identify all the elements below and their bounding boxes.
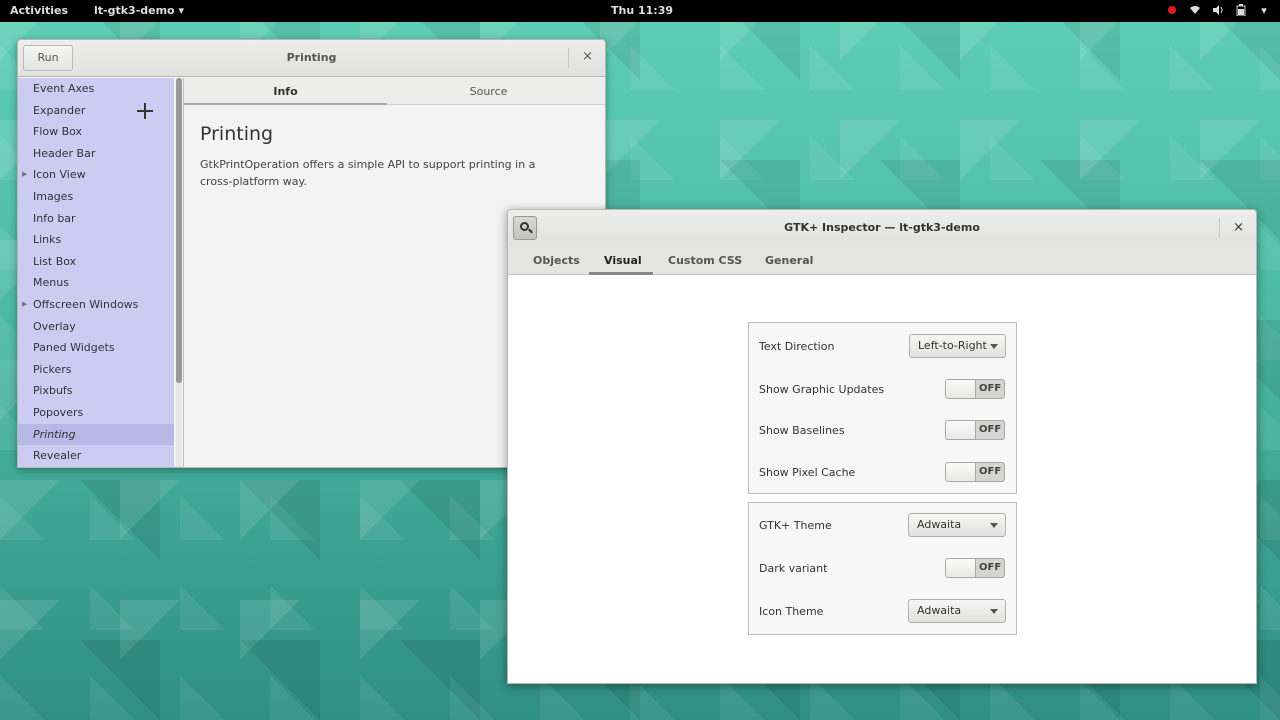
sidebar-item-label: Overlay	[33, 319, 76, 333]
pixel-cache-label: Show Pixel Cache	[759, 466, 856, 479]
record-indicator-icon	[1166, 3, 1178, 17]
gtk-theme-value: Adwaita	[917, 518, 962, 531]
sidebar-item[interactable]: Menus	[18, 272, 174, 294]
active-tab-indicator	[589, 272, 653, 275]
close-icon[interactable]: ×	[1233, 220, 1244, 235]
gtk-theme-combo[interactable]: Adwaita	[908, 513, 1006, 537]
sidebar-item[interactable]: Images	[18, 186, 174, 208]
sidebar-scrollbar[interactable]	[176, 78, 182, 467]
power-icon: ▾	[1261, 3, 1267, 17]
scrollbar-thumb[interactable]	[176, 78, 182, 383]
tab-source[interactable]: Source	[387, 85, 590, 98]
sidebar-item-label: Popovers	[33, 405, 84, 419]
sidebar-item-label: Header Bar	[33, 146, 96, 160]
clock[interactable]: Thu 11:39	[611, 4, 673, 17]
text-direction-value: Left-to-Right	[918, 339, 987, 352]
battery-icon	[1235, 3, 1247, 17]
tab-objects[interactable]: Objects	[533, 254, 580, 267]
switch-state: OFF	[979, 424, 1002, 435]
gtk-theme-label: GTK+ Theme	[759, 519, 832, 532]
switch-state: OFF	[979, 562, 1002, 573]
sidebar-item[interactable]: Paned Widgets	[18, 337, 174, 359]
header-bar: Run Printing ×	[18, 40, 605, 77]
sidebar-item[interactable]: List Box	[18, 251, 174, 273]
sidebar-item-label: Paned Widgets	[33, 341, 115, 355]
icon-theme-value: Adwaita	[917, 604, 962, 617]
sidebar-item-label: Menus	[33, 276, 69, 290]
sidebar-item-label: Revealer	[33, 449, 82, 463]
sidebar-item-label: Offscreen Windows	[33, 297, 139, 311]
theme-settings-group: GTK+ Theme Adwaita Dark variant OFF Icon…	[748, 502, 1017, 635]
inspector-header-bar: GTK+ Inspector — lt-gtk3-demo ×	[508, 210, 1256, 246]
sidebar-item[interactable]: ▶ Icon View	[18, 164, 174, 186]
sidebar-item[interactable]: ▶ Offscreen Windows	[18, 294, 174, 316]
sidebar-item-label: Images	[33, 189, 74, 203]
inspector-tabs: Objects Visual Custom CSS General	[508, 246, 1256, 275]
sidebar-item[interactable]: Overlay	[18, 316, 174, 338]
sidebar-item[interactable]: Pickers	[18, 359, 174, 381]
switch-state: OFF	[979, 383, 1002, 394]
sidebar-item[interactable]: Popovers	[18, 402, 174, 424]
top-bar: Activities lt-gtk3-demo ▾ Thu 11:39 ▾	[0, 0, 1280, 22]
dropdown-arrow-icon	[990, 609, 998, 614]
sidebar-item-label: Pickers	[33, 362, 72, 376]
dropdown-arrow-icon	[990, 523, 998, 528]
sidebar-item[interactable]: Pixbufs	[18, 380, 174, 402]
sidebar-item-label: Info bar	[33, 211, 76, 225]
switch-state: OFF	[979, 466, 1002, 477]
icon-theme-label: Icon Theme	[759, 605, 824, 618]
notebook-tabs: Info Source	[184, 78, 605, 105]
graphic-updates-switch[interactable]: OFF	[945, 379, 1005, 399]
content-description: GtkPrintOperation offers a simple API to…	[200, 158, 536, 188]
sidebar-item[interactable]: Event Axes	[18, 78, 174, 100]
content-title: Printing	[200, 123, 274, 145]
tab-custom-css[interactable]: Custom CSS	[668, 254, 742, 267]
sidebar-item-label: Flow Box	[33, 125, 83, 139]
sidebar-item[interactable]: Revealer	[18, 445, 174, 467]
active-tab-indicator	[184, 103, 387, 105]
sidebar-item[interactable]: Info bar	[18, 208, 174, 230]
inspector-title: GTK+ Inspector — lt-gtk3-demo	[784, 221, 980, 234]
sidebar-item-label: Icon View	[33, 168, 86, 182]
close-icon[interactable]: ×	[582, 49, 593, 64]
pixel-cache-switch[interactable]: OFF	[945, 462, 1005, 482]
text-direction-label: Text Direction	[759, 340, 835, 353]
gtk-inspector-window: GTK+ Inspector — lt-gtk3-demo × Objects …	[507, 209, 1257, 684]
sidebar-item[interactable]: Flow Box	[18, 121, 174, 143]
dropdown-arrow-icon	[990, 344, 998, 349]
titlebar-separator	[568, 48, 569, 68]
sidebar-item[interactable]: Header Bar	[18, 143, 174, 165]
app-menu[interactable]: lt-gtk3-demo ▾	[94, 4, 184, 17]
sidebar-item-label: List Box	[33, 254, 77, 268]
dark-variant-label: Dark variant	[759, 562, 828, 575]
tab-general[interactable]: General	[765, 254, 813, 267]
sidebar-item-label: Pixbufs	[33, 384, 73, 398]
sidebar-item-label: Event Axes	[33, 82, 95, 95]
baselines-switch[interactable]: OFF	[945, 420, 1005, 440]
activities-button[interactable]: Activities	[10, 4, 68, 17]
expander-arrow-icon[interactable]: ▶	[22, 164, 27, 186]
visual-settings-group: Text Direction Left-to-Right Show Graphi…	[748, 322, 1017, 494]
sidebar-item-label: Links	[33, 233, 62, 247]
crosshair-cursor-icon	[137, 103, 153, 119]
tab-info[interactable]: Info	[184, 85, 387, 98]
sidebar-item-label: Expander	[33, 103, 86, 117]
icon-theme-combo[interactable]: Adwaita	[908, 599, 1006, 623]
sidebar-item-label: Printing	[33, 427, 76, 441]
system-tray[interactable]: ▾	[1166, 3, 1270, 17]
volume-icon	[1212, 3, 1224, 17]
window-title: Printing	[286, 51, 337, 64]
baselines-label: Show Baselines	[759, 424, 845, 437]
wifi-icon	[1189, 3, 1201, 17]
expander-arrow-icon[interactable]: ▶	[22, 294, 27, 316]
sidebar-item[interactable]: Links	[18, 229, 174, 251]
titlebar-separator	[1219, 218, 1220, 238]
graphic-updates-label: Show Graphic Updates	[759, 383, 885, 396]
pane-divider	[183, 78, 184, 467]
sidebar-item[interactable]: Printing	[18, 423, 174, 446]
demo-sidebar-list[interactable]: Event Axes Expander Flow Box Header Bar ▶ Ico…	[18, 78, 174, 467]
tab-visual[interactable]: Visual	[604, 254, 642, 267]
text-direction-combo[interactable]: Left-to-Right	[909, 334, 1006, 358]
dark-variant-switch[interactable]: OFF	[945, 558, 1005, 578]
